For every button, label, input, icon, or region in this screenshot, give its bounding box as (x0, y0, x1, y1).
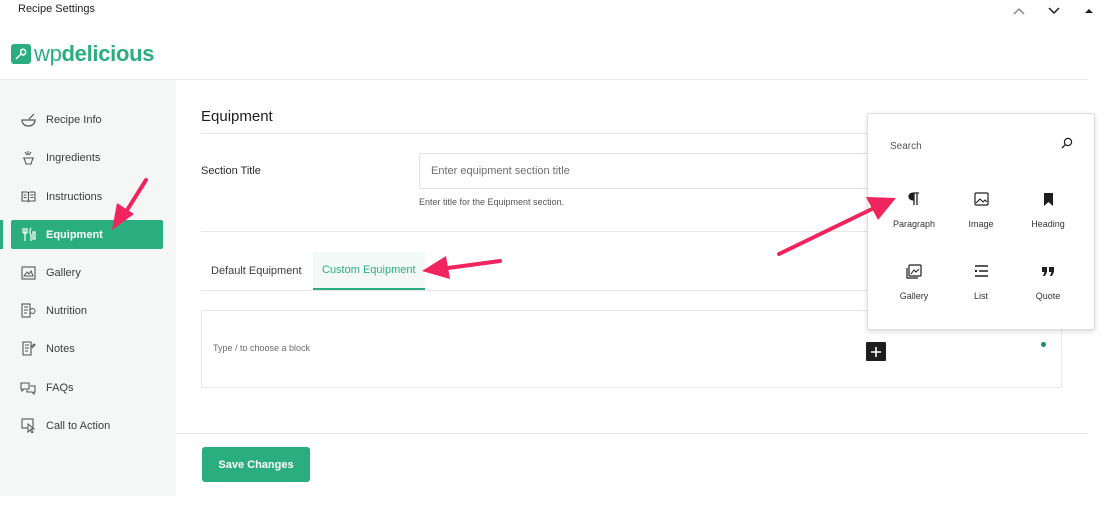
panel-title: Recipe Settings (18, 3, 96, 15)
search-icon (1060, 136, 1074, 150)
block-option-label: Paragraph (892, 219, 936, 229)
add-block-button[interactable] (866, 342, 886, 361)
logo-text-delicious: delicious (61, 41, 155, 66)
sidebar-item-label: Ingredients (46, 151, 101, 164)
sidebar-item-faqs[interactable]: FAQs (11, 373, 163, 402)
block-option-label: Heading (1031, 219, 1065, 229)
sidebar-item-call-to-action[interactable]: Call to Action (11, 411, 163, 440)
image-icon (972, 190, 990, 208)
block-search-input[interactable] (890, 136, 1080, 156)
page-title: Equipment (201, 108, 273, 125)
nutrition-icon (20, 303, 36, 319)
sidebar-item-label: Recipe Info (46, 113, 102, 126)
sidebar-item-ingredients[interactable]: Ingredients (11, 143, 163, 172)
active-indicator (0, 220, 3, 249)
utensils-icon (20, 227, 36, 243)
sidebar-item-recipe-info[interactable]: Recipe Info (11, 105, 163, 134)
panel-header: Recipe Settings (0, 0, 1107, 22)
list-icon (972, 262, 990, 280)
block-option-label: List (973, 291, 988, 301)
save-changes-button[interactable]: Save Changes (202, 447, 310, 482)
block-inserter-popover: Paragraph Image Heading Gallery List (867, 113, 1095, 330)
logo-text-wp: wp (34, 41, 62, 66)
book-icon (20, 189, 36, 205)
block-option-image[interactable]: Image (949, 186, 1013, 236)
block-option-label: Image (968, 219, 994, 229)
chevron-up-icon[interactable] (1010, 2, 1028, 20)
tab-custom-equipment[interactable]: Custom Equipment (313, 252, 425, 290)
sidebar-item-label: Nutrition (46, 304, 87, 317)
footer-divider (176, 433, 1088, 434)
block-option-heading[interactable]: Heading (1016, 186, 1080, 236)
sidebar-item-label: FAQs (46, 381, 74, 394)
block-option-paragraph[interactable]: Paragraph (882, 186, 946, 236)
block-option-label: Gallery (899, 291, 929, 301)
sidebar-item-notes[interactable]: Notes (11, 334, 163, 363)
status-dot (1041, 342, 1046, 347)
block-option-gallery[interactable]: Gallery (882, 258, 946, 308)
block-editor-placeholder: Type / to choose a block (213, 343, 311, 353)
sidebar-item-label: Equipment (46, 228, 103, 241)
ingredients-icon (20, 150, 36, 166)
field-divider (201, 231, 867, 232)
bookmark-icon (1039, 190, 1057, 208)
quote-icon (1039, 262, 1057, 280)
section-title-input[interactable] (419, 153, 879, 189)
sidebar-item-label: Notes (46, 342, 75, 355)
cursor-icon (20, 418, 36, 434)
sidebar-item-label: Gallery (46, 266, 81, 279)
paragraph-icon (905, 190, 923, 208)
sidebar-item-equipment[interactable]: Equipment (11, 220, 163, 249)
section-title-label: Section Title (201, 165, 261, 177)
section-title-help: Enter title for the Equipment section. (419, 197, 565, 207)
annotation-arrow-custom-equipment (422, 256, 502, 279)
block-option-quote[interactable]: Quote (1016, 258, 1080, 308)
faq-icon (20, 380, 36, 396)
sidebar-item-instructions[interactable]: Instructions (11, 182, 163, 211)
plus-icon (871, 346, 881, 357)
wpdelicious-logo: wpdelicious (11, 41, 155, 67)
block-option-list[interactable]: List (949, 258, 1013, 308)
sidebar-item-nutrition[interactable]: Nutrition (11, 296, 163, 325)
gallery-icon (905, 262, 923, 280)
title-divider (201, 133, 867, 134)
bowl-icon (20, 112, 36, 128)
tab-default-equipment[interactable]: Default Equipment (202, 252, 311, 290)
sidebar-item-label: Call to Action (46, 419, 111, 432)
gallery-icon (20, 265, 36, 281)
block-option-label: Quote (1035, 291, 1061, 301)
sidebar-item-gallery[interactable]: Gallery (11, 258, 163, 287)
collapse-caret-icon[interactable] (1080, 2, 1098, 20)
recipe-settings-panel: Recipe Settings wpdelicious Recipe Info (0, 0, 1107, 505)
logo-whisk-icon (11, 44, 31, 64)
sidebar-item-label: Instructions (46, 190, 103, 203)
settings-sidebar: Recipe Info Ingredients Instructions Equ… (0, 80, 176, 496)
notes-icon (20, 341, 36, 357)
chevron-down-icon[interactable] (1045, 2, 1063, 20)
logo-text: wpdelicious (34, 41, 155, 67)
